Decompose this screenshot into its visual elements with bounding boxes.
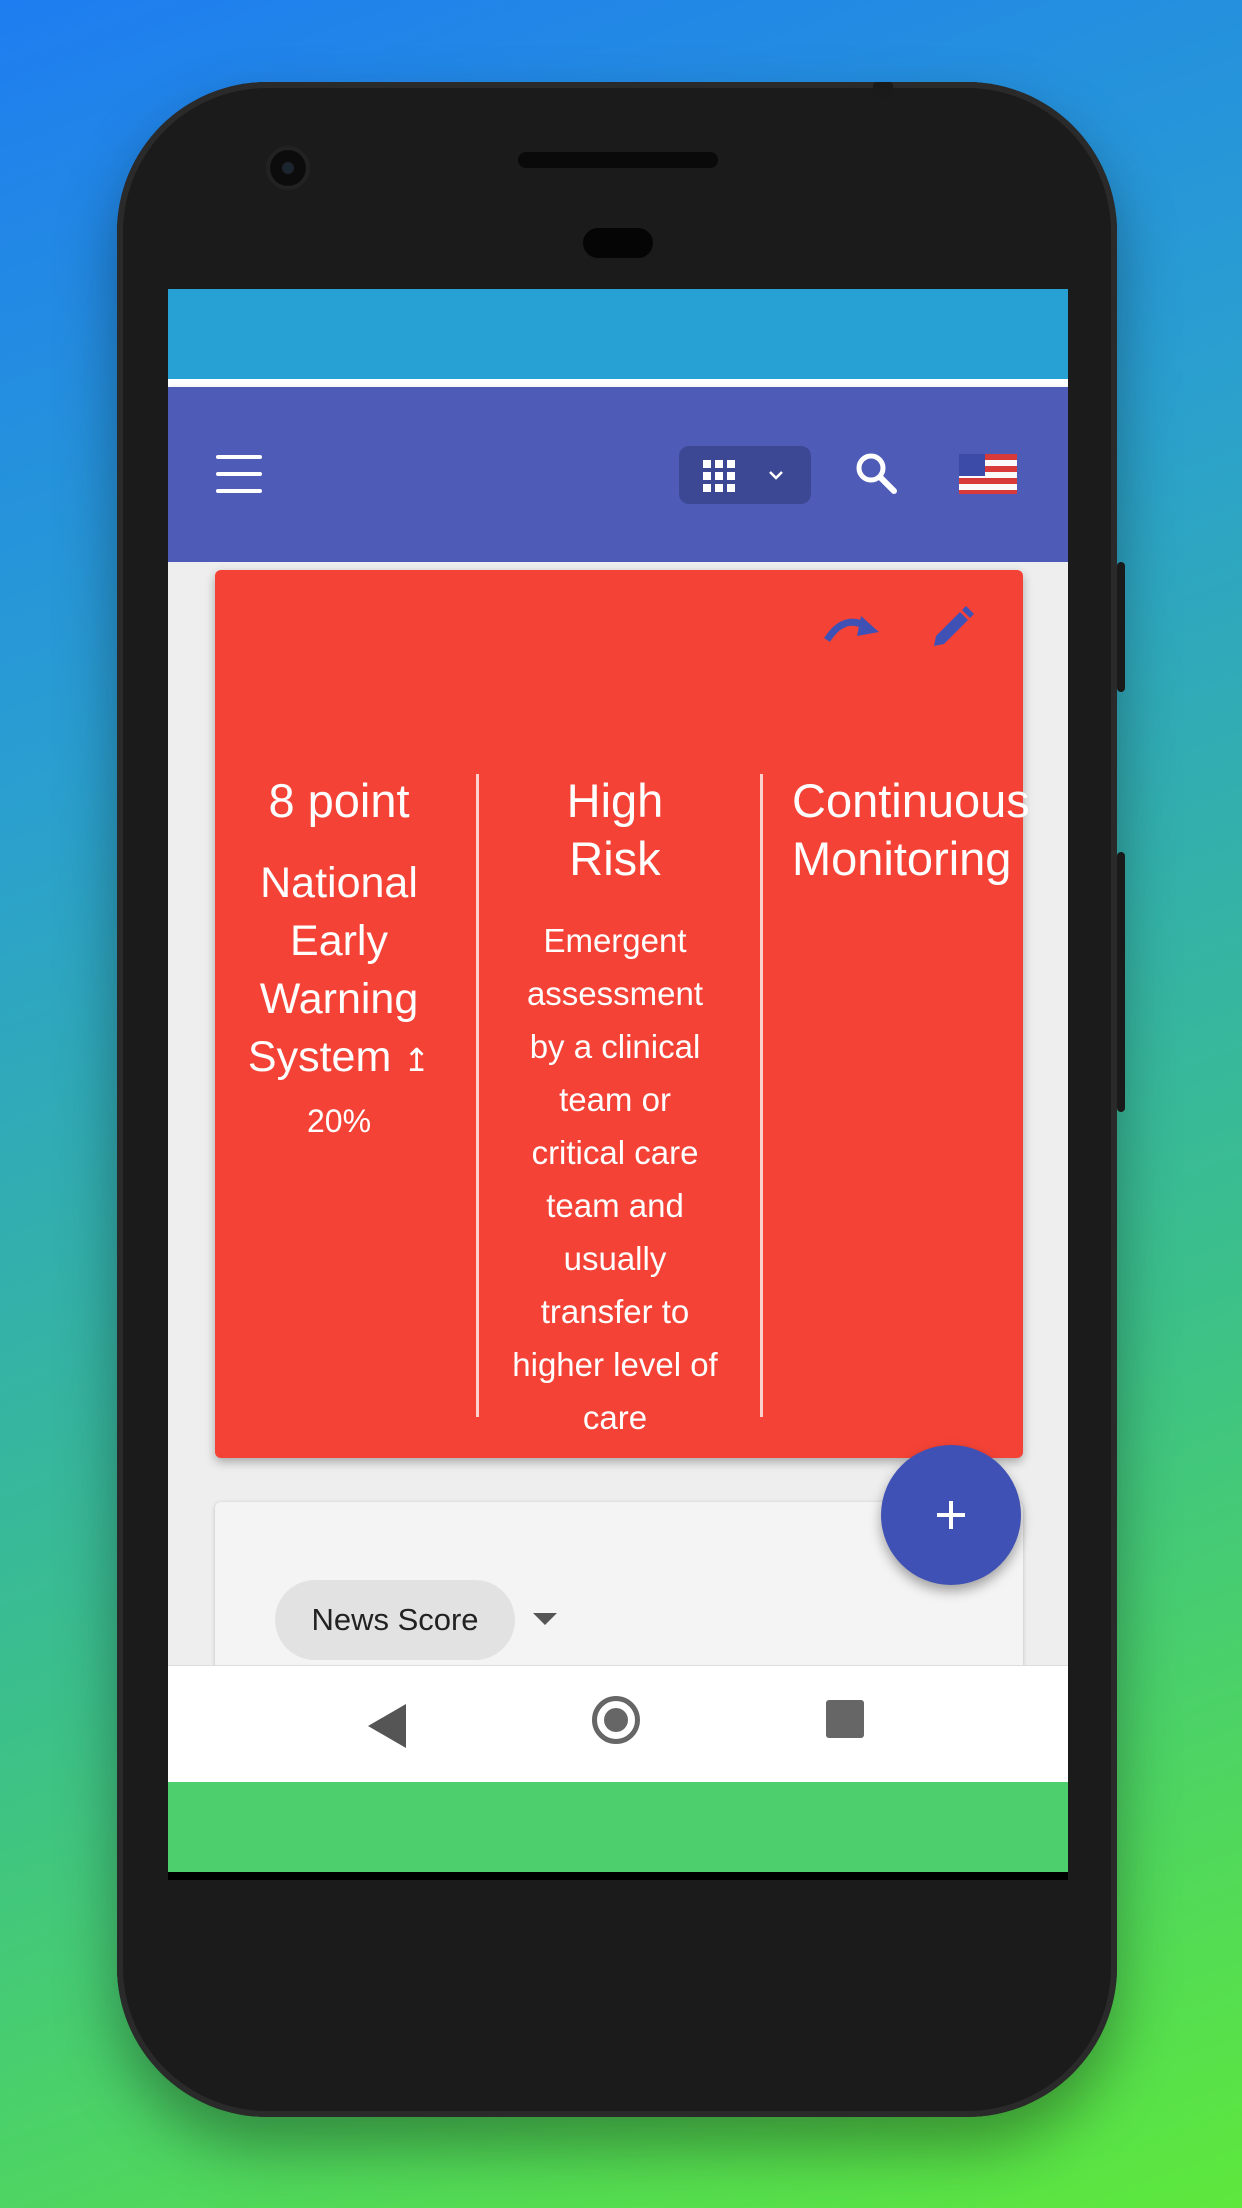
score-column: 8 point National Early Warning System ↥ …: [215, 772, 463, 1150]
volume-button: [1117, 852, 1125, 1112]
app-switcher-button[interactable]: [679, 446, 811, 504]
add-fab-button[interactable]: [881, 1445, 1021, 1585]
search-icon[interactable]: [854, 451, 898, 495]
risk-column: High Risk Emergent assessment by a clini…: [483, 772, 747, 1444]
monitoring-column: Continuous Monitoring: [767, 772, 1030, 888]
column-divider: [760, 774, 763, 1417]
recents-icon[interactable]: [826, 1700, 864, 1738]
score-subtitle: National Early Warning System ↥ 20%: [241, 854, 437, 1150]
plus-icon: [937, 1501, 965, 1529]
earpiece-speaker: [518, 152, 718, 168]
power-button: [1117, 562, 1125, 692]
flag-canton: [959, 454, 985, 476]
menu-icon[interactable]: [216, 455, 262, 493]
risk-title: High Risk: [566, 774, 664, 885]
status-bar: [168, 289, 1068, 381]
redo-icon[interactable]: [823, 606, 883, 650]
score-title: 8 point: [268, 774, 410, 827]
front-camera: [270, 150, 306, 186]
back-icon[interactable]: [368, 1704, 406, 1748]
column-divider: [476, 774, 479, 1417]
monitoring-title: Continuous Monitoring: [792, 774, 1030, 885]
bottom-strip: [168, 1782, 1068, 1872]
phone-screen: 8 point National Early Warning System ↥ …: [168, 289, 1068, 1880]
dropdown-arrow-icon[interactable]: [533, 1613, 557, 1625]
alert-card: 8 point National Early Warning System ↥ …: [215, 570, 1030, 1458]
proximity-sensor: [583, 228, 653, 258]
score-subtitle-text: National Early Warning System: [247, 859, 419, 1081]
grid-icon: [703, 460, 735, 492]
status-divider: [168, 379, 1068, 387]
us-flag-icon[interactable]: [959, 454, 1017, 494]
system-nav-bar: [168, 1665, 1068, 1783]
chevron-down-icon: [769, 471, 783, 480]
app-bar: [168, 387, 1068, 562]
edit-icon[interactable]: [928, 604, 976, 652]
risk-description: Emergent assessment by a clinical team o…: [512, 922, 718, 1436]
top-button: [873, 82, 893, 98]
news-score-chip[interactable]: News Score: [275, 1580, 515, 1660]
trend-percent: 20%: [306, 1103, 372, 1139]
home-icon[interactable]: [592, 1696, 640, 1744]
trend-arrow: ↥: [403, 1042, 431, 1078]
